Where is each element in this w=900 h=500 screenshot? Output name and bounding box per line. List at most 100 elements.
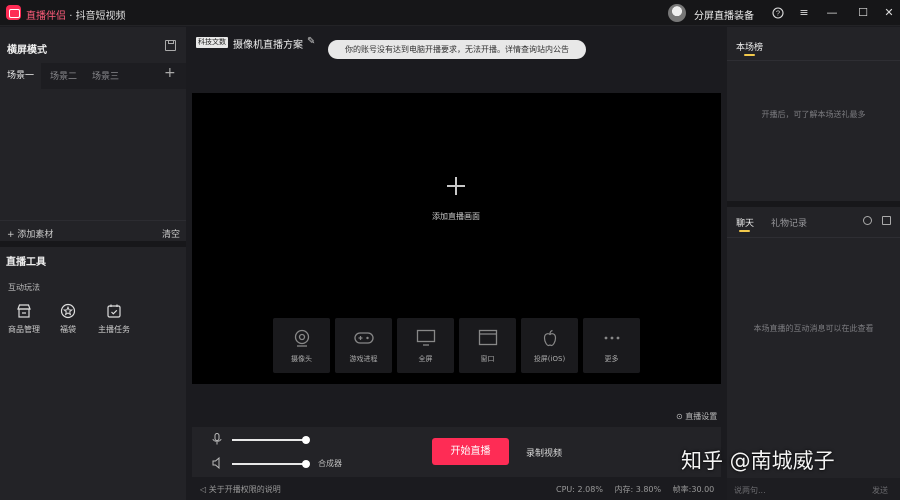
live-preview-canvas[interactable]: 添加直播画面 摄像头 游戏进程 全屏 窗口 投屏(iOS) 更多 xyxy=(192,93,721,384)
record-video-button[interactable]: 录制视频 xyxy=(526,446,562,459)
source-label: 游戏进程 xyxy=(349,355,378,363)
tab-scene-1[interactable]: 场景一 xyxy=(0,63,42,89)
help-icon[interactable]: ? xyxy=(769,4,787,22)
mixer-button[interactable]: 合成器 xyxy=(318,458,342,469)
more-icon xyxy=(604,336,619,340)
popout-icon[interactable] xyxy=(882,216,891,225)
app-logo-icon xyxy=(6,5,21,20)
app-title: 直播伴侣 · 抖音短视频 xyxy=(26,7,126,22)
split-screen-device-link[interactable]: 分屏直播装备 xyxy=(694,7,754,22)
source-label: 窗口 xyxy=(480,355,495,363)
tab-scene-2[interactable]: 场景二 xyxy=(50,69,77,82)
tool-lucky-bag[interactable]: 福袋 xyxy=(48,303,88,335)
divider xyxy=(727,60,900,61)
save-layout-icon[interactable] xyxy=(165,40,176,51)
scene-tag: 科技文数 xyxy=(196,37,228,48)
watermark-text: 知乎 @南城威子 xyxy=(681,449,835,473)
add-icon[interactable] xyxy=(447,177,465,195)
chat-empty-text: 本场直播的互动消息可以在此查看 xyxy=(753,324,874,333)
source-label: 全屏 xyxy=(418,355,433,363)
cpu-usage: CPU: 2.08% xyxy=(556,485,603,494)
user-avatar[interactable] xyxy=(668,4,686,22)
left-panel: 横屏模式 场景一 场景二 场景三 + + 添加素材 清空 直播工具 互动玩法 商… xyxy=(0,27,186,500)
window-icon xyxy=(478,329,497,346)
close-button[interactable]: ✕ xyxy=(880,4,898,22)
source-more-button[interactable]: 更多 xyxy=(583,318,640,373)
section-divider xyxy=(0,241,186,247)
chat-input-field[interactable]: 说两句... 发送 xyxy=(727,478,900,500)
tab-gift-records[interactable]: 礼物记录 xyxy=(771,216,807,229)
live-settings-link[interactable]: ⊙ 直播设置 xyxy=(676,411,717,422)
microphone-icon[interactable] xyxy=(212,433,222,445)
chat-input-placeholder: 说两句... xyxy=(734,486,766,495)
monitor-icon xyxy=(416,329,435,346)
source-label: 投屏(iOS) xyxy=(533,355,566,363)
task-calendar-icon xyxy=(107,304,121,318)
live-settings-label: 直播设置 xyxy=(685,412,718,421)
tab-chat[interactable]: 聊天 xyxy=(736,216,754,229)
tab-scene-3[interactable]: 场景三 xyxy=(92,69,119,82)
tools-subtitle: 互动玩法 xyxy=(8,283,40,292)
notice-toast: 你的账号没有达到电脑开播要求，无法开播。详情查询站内公告 xyxy=(328,40,586,59)
svg-text:?: ? xyxy=(776,9,780,18)
clear-button[interactable]: 清空 xyxy=(162,227,180,240)
scene-tabs: 场景一 场景二 场景三 + xyxy=(0,63,186,89)
source-label: 更多 xyxy=(604,355,619,363)
tab-underline xyxy=(739,230,750,232)
tool-label: 福袋 xyxy=(60,325,76,334)
speaker-notice-icon: ◁ xyxy=(200,485,207,494)
source-window-button[interactable]: 窗口 xyxy=(459,318,516,373)
speaker-icon[interactable] xyxy=(212,457,222,469)
memory-usage: 内存: 3.80% xyxy=(614,485,662,494)
permission-notice-label: 关于开播权限的说明 xyxy=(208,485,281,494)
source-game-button[interactable]: 游戏进程 xyxy=(335,318,392,373)
chat-settings-icon[interactable] xyxy=(863,216,872,225)
star-badge-icon xyxy=(60,303,76,319)
add-scene-button[interactable]: + xyxy=(164,65,176,81)
settings-icon: ⊙ xyxy=(676,412,683,421)
source-label: 摄像头 xyxy=(291,355,312,363)
speaker-volume-handle[interactable] xyxy=(302,460,310,468)
camera-icon xyxy=(294,329,309,347)
ranking-empty-text: 开播后，可了解本场送礼最多 xyxy=(761,110,866,119)
maximize-button[interactable]: ☐ xyxy=(854,4,872,22)
permission-notice-link[interactable]: ◁ 关于开播权限的说明 xyxy=(200,484,281,495)
scene-title: 摄像机直播方案 xyxy=(233,40,303,51)
tool-label: 商品管理 xyxy=(8,325,40,334)
tool-label: 主播任务 xyxy=(98,325,130,334)
title-bar: 直播伴侣 · 抖音短视频 分屏直播装备 ? ≡ — ☐ ✕ xyxy=(0,0,900,26)
source-camera-button[interactable]: 摄像头 xyxy=(273,318,330,373)
source-fullscreen-button[interactable]: 全屏 xyxy=(397,318,454,373)
start-live-button[interactable]: 开始直播 xyxy=(432,438,509,465)
minimize-button[interactable]: — xyxy=(823,4,841,22)
edit-icon[interactable]: ✎ xyxy=(307,36,315,47)
divider xyxy=(727,237,900,238)
frame-rate: 帧率:30.00 xyxy=(672,485,715,494)
microphone-volume-handle[interactable] xyxy=(302,436,310,444)
mode-title: 横屏模式 xyxy=(7,45,47,56)
microphone-volume-slider[interactable] xyxy=(232,439,306,441)
add-material-button[interactable]: + 添加素材 xyxy=(7,227,53,240)
menu-icon[interactable]: ≡ xyxy=(795,4,813,22)
tool-product-management[interactable]: 商品管理 xyxy=(4,303,44,335)
tool-host-tasks[interactable]: 主播任务 xyxy=(94,303,134,335)
tab-ranking[interactable]: 本场榜 xyxy=(736,40,763,53)
send-button[interactable]: 发送 xyxy=(872,485,888,496)
gamepad-icon xyxy=(353,332,374,344)
tools-title: 直播工具 xyxy=(6,257,46,268)
speaker-volume-slider[interactable] xyxy=(232,463,306,465)
add-live-source-label[interactable]: 添加直播画面 xyxy=(406,211,506,222)
control-bar: 合成器 开始直播 录制视频 xyxy=(192,427,721,477)
apple-icon xyxy=(543,329,556,347)
divider xyxy=(0,220,186,221)
performance-stats: CPU: 2.08% 内存: 3.80% 帧率:30.00 xyxy=(556,484,723,495)
title-separator: · xyxy=(69,11,73,22)
section-divider xyxy=(727,201,900,207)
tab-underline xyxy=(744,54,755,56)
right-panel: 本场榜 开播后，可了解本场送礼最多 聊天 礼物记录 本场直播的互动消息可以在此查… xyxy=(727,27,900,500)
status-bar: ◁ 关于开播权限的说明 CPU: 2.08% 内存: 3.80% 帧率:30.0… xyxy=(192,479,721,500)
platform-name: 抖音短视频 xyxy=(75,11,126,22)
center-panel: 科技文数 摄像机直播方案 ✎ 你的账号没有达到电脑开播要求，无法开播。详情查询站… xyxy=(186,27,727,500)
app-name: 直播伴侣 xyxy=(26,11,66,22)
source-ios-cast-button[interactable]: 投屏(iOS) xyxy=(521,318,578,373)
